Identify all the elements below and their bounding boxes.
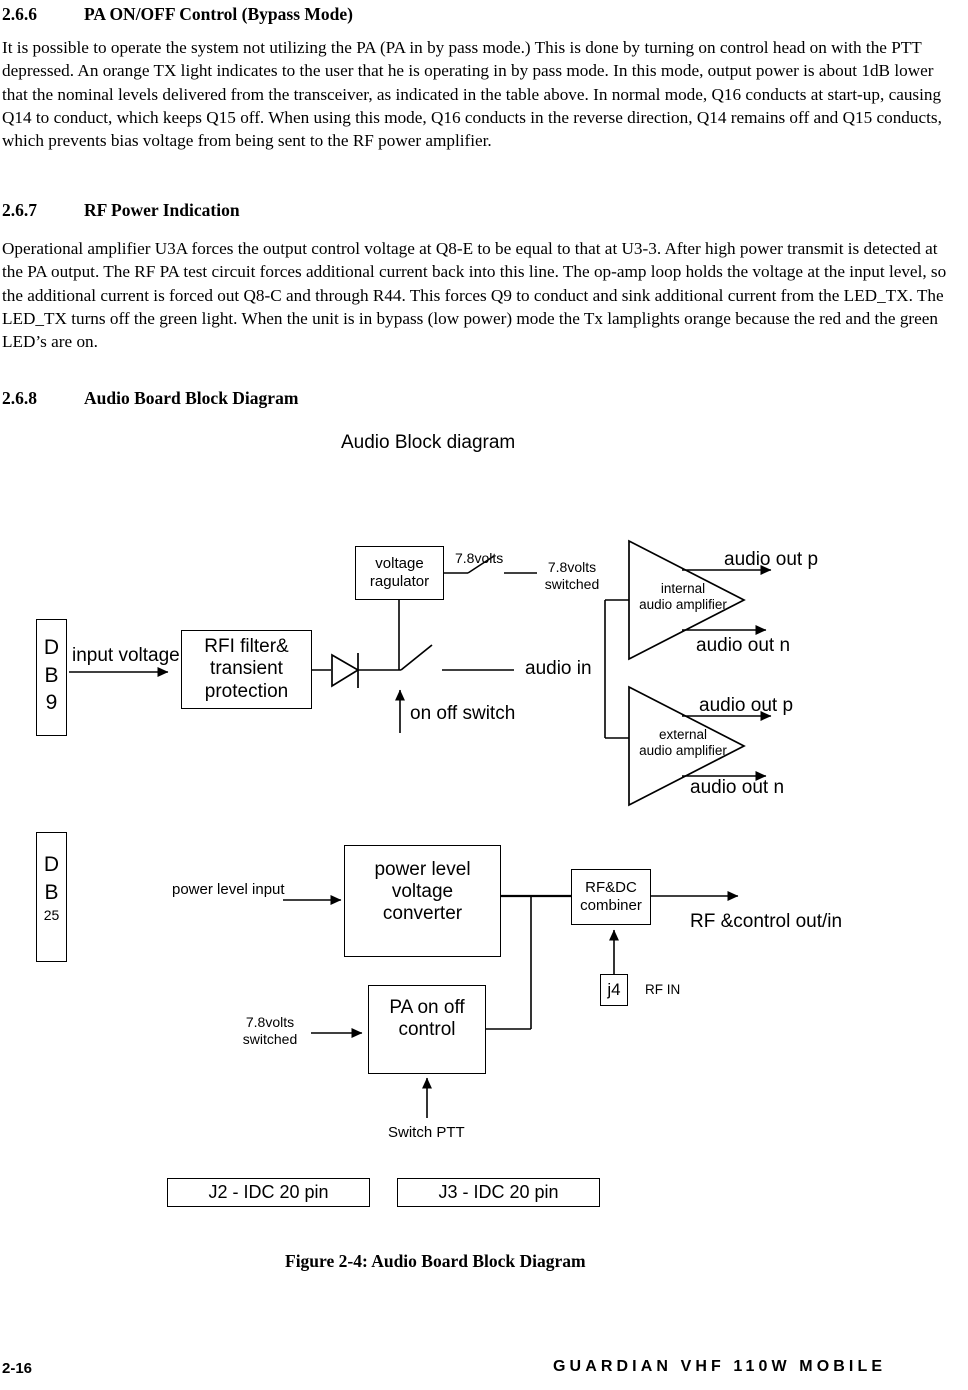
block-voltage-regulator: voltage ragulator [355,546,444,600]
label-input-voltage: input voltage [72,645,180,666]
label-audio-out-n-internal: audio out n [696,635,791,656]
db9-line2: B [44,663,59,687]
connector-j4: j4 [600,974,628,1006]
label-audio-out-p-internal: audio out p [724,549,819,570]
block-power-level-voltage-converter: power level voltage converter [344,845,501,957]
db25-line1: D [43,853,60,876]
diagram-title: Audio Block diagram [341,432,516,453]
label-audio-out-n-external: audio out n [690,777,785,798]
db25-line2: B [44,880,59,904]
label-on-off-switch: on off switch [410,703,516,724]
connector-j2: J2 - IDC 20 pin [167,1178,370,1207]
label-rf-control-out-in: RF &control out/in [690,911,843,932]
label-7-8-volts-switched: 7.8volts switched [544,559,600,592]
db9-line3: 9 [45,691,58,715]
label-7-8-volts: 7.8volts [455,550,504,566]
label-7-8-volts-switched-pa: 7.8volts switched [242,1014,298,1047]
db25-line3: 25 [43,907,60,924]
label-audio-out-p-external: audio out p [699,695,794,716]
connector-db9: D B 9 [36,619,67,736]
block-rf-dc-combiner: RF&DC combiner [571,869,651,925]
connector-db25: D B 25 [36,832,67,962]
label-internal-audio-amplifier: internal audio amplifier [639,581,727,612]
label-switch-ptt: Switch PTT [388,1124,465,1141]
connector-j3: J3 - IDC 20 pin [397,1178,600,1207]
label-external-audio-amplifier: external audio amplifier [639,727,727,758]
block-rfi-filter: RFI filter& transient protection [181,630,312,709]
block-pa-on-off-control: PA on off control [368,985,486,1074]
j4-rf-in-label: RF IN [645,982,681,997]
audio-board-block-diagram: Audio Block diagram D B 9 D B 25 j4 RF I… [0,0,968,1390]
label-power-level-input: power level input [172,881,285,898]
label-audio-in: audio in [525,658,592,679]
db9-line1: D [43,636,60,659]
